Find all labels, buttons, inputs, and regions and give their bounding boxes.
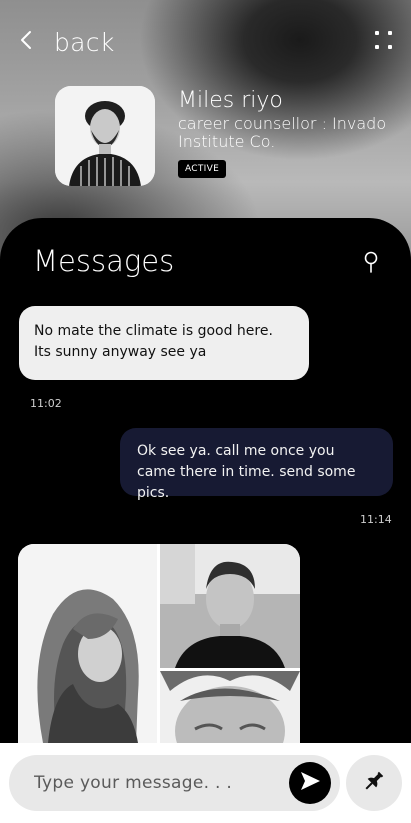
shared-photo-man[interactable] [160,544,300,668]
message-bubble-outgoing[interactable]: Ok see ya. call me once you came there i… [120,428,393,501]
message-bubble-incoming[interactable]: No mate the climate is good here. Its su… [19,306,309,380]
chevron-left-icon [18,26,34,58]
grid-dots-icon[interactable] [375,31,393,51]
back-label: back [54,27,115,57]
message-timestamp: 11:14 [360,513,392,526]
message-timestamp: 11:02 [30,397,62,410]
search-pin-icon[interactable] [363,251,379,273]
shared-photo-closeup[interactable] [160,671,300,743]
send-button[interactable] [289,762,331,804]
avatar [55,86,155,186]
status-badge: ACTIVE [178,160,227,178]
back-button[interactable]: back [18,26,115,58]
pin-icon [362,769,386,797]
shared-photos[interactable] [18,544,300,743]
page-title: Messages [33,244,175,278]
profile-name: Miles riyo [178,88,283,113]
profile-role: career counsellor : Invado Institute Co. [178,114,387,151]
shared-photo-woman[interactable] [18,544,157,743]
attach-pin-button[interactable] [346,755,402,811]
send-icon [298,769,322,797]
